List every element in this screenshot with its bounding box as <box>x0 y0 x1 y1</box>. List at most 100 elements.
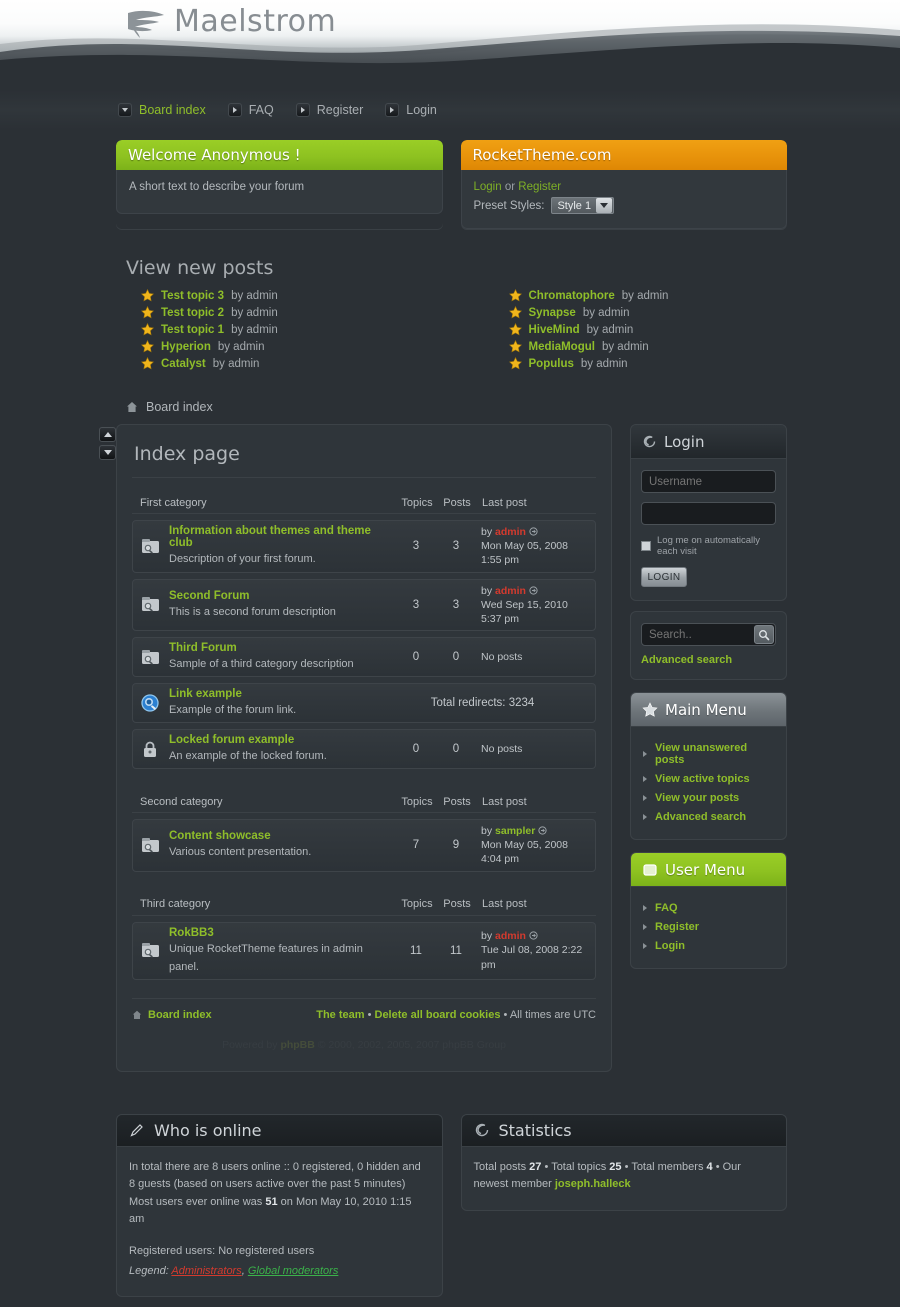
new-post-link[interactable]: Test topic 1 <box>161 324 224 336</box>
login-button[interactable]: LOGIN <box>641 567 687 587</box>
table-row[interactable]: Third Forum Sample of a third category d… <box>132 637 596 678</box>
forum-locked-icon <box>141 740 167 758</box>
main-menu-link[interactable]: View your posts <box>655 792 739 804</box>
chevron-down-icon <box>596 198 613 213</box>
site-title: Maelstrom <box>174 4 337 39</box>
list-item[interactable]: Chromatophore by admin <box>494 287 788 304</box>
last-post-author-link[interactable]: admin <box>495 526 526 538</box>
table-row[interactable]: Information about themes and theme club … <box>132 520 596 573</box>
forum-topics-count: 0 <box>412 651 420 664</box>
nav-item-board-index[interactable]: Board index <box>118 103 206 117</box>
new-post-link[interactable]: Hyperion <box>161 341 211 353</box>
scroll-up-button[interactable] <box>99 427 116 442</box>
search-button[interactable] <box>754 625 774 644</box>
sidebar-item-faq[interactable]: FAQ <box>641 898 776 917</box>
new-post-link[interactable]: HiveMind <box>529 324 580 336</box>
new-post-link[interactable]: Populus <box>529 358 574 370</box>
advanced-search-link[interactable]: Advanced search <box>641 654 776 666</box>
sidebar-item-view-unanswered-posts[interactable]: View unanswered posts <box>641 738 776 769</box>
new-post-link[interactable]: MediaMogul <box>529 341 595 353</box>
list-item[interactable]: HiveMind by admin <box>494 321 788 338</box>
forum-title-link[interactable]: Content showcase <box>169 830 395 842</box>
main-menu-header: Main Menu <box>631 693 786 727</box>
main-menu-link[interactable]: View unanswered posts <box>655 742 776 766</box>
remember-me-checkbox[interactable] <box>641 541 651 551</box>
forum-title-link[interactable]: RokBB3 <box>169 927 395 939</box>
new-post-link[interactable]: Test topic 3 <box>161 290 224 302</box>
preset-styles-value: Style 1 <box>557 199 592 212</box>
forum-folder-icon <box>141 942 167 959</box>
login-module-body: Log me on automatically each visit LOGIN <box>631 459 786 600</box>
goto-post-icon[interactable] <box>529 585 538 595</box>
statistics-title: Statistics <box>498 1120 572 1140</box>
new-post-link[interactable]: Test topic 2 <box>161 307 224 319</box>
login-module: Login Log me on automatically each visit… <box>630 424 787 601</box>
forum-topics-count: 3 <box>412 540 420 553</box>
goto-post-icon[interactable] <box>529 527 538 536</box>
password-input[interactable] <box>641 502 776 525</box>
breadcrumb-label[interactable]: Board index <box>146 400 213 414</box>
forum-title-link[interactable]: Third Forum <box>169 642 395 654</box>
login-module-title: Login <box>664 432 705 451</box>
sidebar-item-login[interactable]: Login <box>641 936 776 955</box>
preset-styles-select[interactable]: Style 1 <box>551 197 615 214</box>
new-post-link[interactable]: Chromatophore <box>529 290 615 302</box>
newsflash-scroller <box>99 427 116 460</box>
last-post-author-link[interactable]: admin <box>495 585 526 597</box>
forum-title-link[interactable]: Information about themes and theme club <box>169 525 395 549</box>
list-item[interactable]: Test topic 3 by admin <box>126 287 457 304</box>
list-item[interactable]: MediaMogul by admin <box>494 338 788 355</box>
last-post-author-link[interactable]: sampler <box>495 825 535 837</box>
list-item[interactable]: Synapse by admin <box>494 304 788 321</box>
user-menu-link[interactable]: FAQ <box>655 902 678 914</box>
table-row[interactable]: Content showcase Various content present… <box>132 819 596 872</box>
last-post-author-link[interactable]: admin <box>495 930 526 942</box>
last-post-by-label: by <box>481 584 493 597</box>
sidebar-item-view-active-topics[interactable]: View active topics <box>641 769 776 788</box>
table-row[interactable]: RokBB3 Unique RocketTheme features in ad… <box>132 921 596 980</box>
table-row[interactable]: Second Forum This is a second forum desc… <box>132 578 596 632</box>
legend-global-moderators-link[interactable]: Global moderators <box>248 1265 339 1277</box>
user-menu-link[interactable]: Login <box>655 940 685 952</box>
category-block: Second category Topics Posts Last post C… <box>132 791 596 872</box>
rt-register-link[interactable]: Register <box>518 181 561 193</box>
nav-item-login[interactable]: Login <box>385 103 437 117</box>
star-icon <box>141 340 154 353</box>
nav-item-register[interactable]: Register <box>295 103 363 117</box>
user-menu-link[interactable]: Register <box>655 921 699 933</box>
forum-title-link[interactable]: Link example <box>169 688 378 700</box>
forum-title-link[interactable]: Second Forum <box>169 590 395 602</box>
goto-post-icon[interactable] <box>538 826 547 835</box>
footer-the-team-link[interactable]: The team <box>316 1009 364 1021</box>
scroll-down-button[interactable] <box>99 445 116 460</box>
main-menu-link[interactable]: View active topics <box>655 773 750 785</box>
forum-description: Various content presentation. <box>169 846 312 859</box>
table-row[interactable]: Link example Example of the forum link. … <box>132 683 596 724</box>
footer-board-index-link[interactable]: Board index <box>148 1009 212 1021</box>
sidebar-item-view-your-posts[interactable]: View your posts <box>641 788 776 807</box>
forum-title-link[interactable]: Locked forum example <box>169 734 395 746</box>
goto-post-icon[interactable] <box>529 931 538 940</box>
welcome-box: Welcome Anonymous ! A short text to desc… <box>116 140 443 229</box>
legend-administrators-link[interactable]: Administrators <box>171 1265 241 1277</box>
sidebar-item-register[interactable]: Register <box>641 917 776 936</box>
sidebar-item-advanced-search[interactable]: Advanced search <box>641 807 776 826</box>
list-item[interactable]: Test topic 1 by admin <box>126 321 457 338</box>
table-row[interactable]: Locked forum example An example of the l… <box>132 729 596 770</box>
list-item[interactable]: Catalyst by admin <box>126 355 457 372</box>
forum-link-icon <box>141 694 167 712</box>
username-input[interactable] <box>641 470 776 493</box>
forum-posts-count: 3 <box>452 598 460 611</box>
list-item[interactable]: Test topic 2 by admin <box>126 304 457 321</box>
new-post-link[interactable]: Synapse <box>529 307 576 319</box>
newest-member-link[interactable]: joseph.halleck <box>555 1178 631 1190</box>
nav-item-faq[interactable]: FAQ <box>227 103 274 117</box>
rt-login-link[interactable]: Login <box>474 181 502 193</box>
footer-delete-cookies-link[interactable]: Delete all board cookies <box>375 1009 501 1021</box>
site-logo[interactable]: Maelstrom <box>126 4 336 39</box>
new-post-link[interactable]: Catalyst <box>161 358 206 370</box>
main-menu-link[interactable]: Advanced search <box>655 811 746 823</box>
list-item[interactable]: Populus by admin <box>494 355 788 372</box>
list-item[interactable]: Hyperion by admin <box>126 338 457 355</box>
remember-me-row[interactable]: Log me on automatically each visit <box>641 535 776 557</box>
